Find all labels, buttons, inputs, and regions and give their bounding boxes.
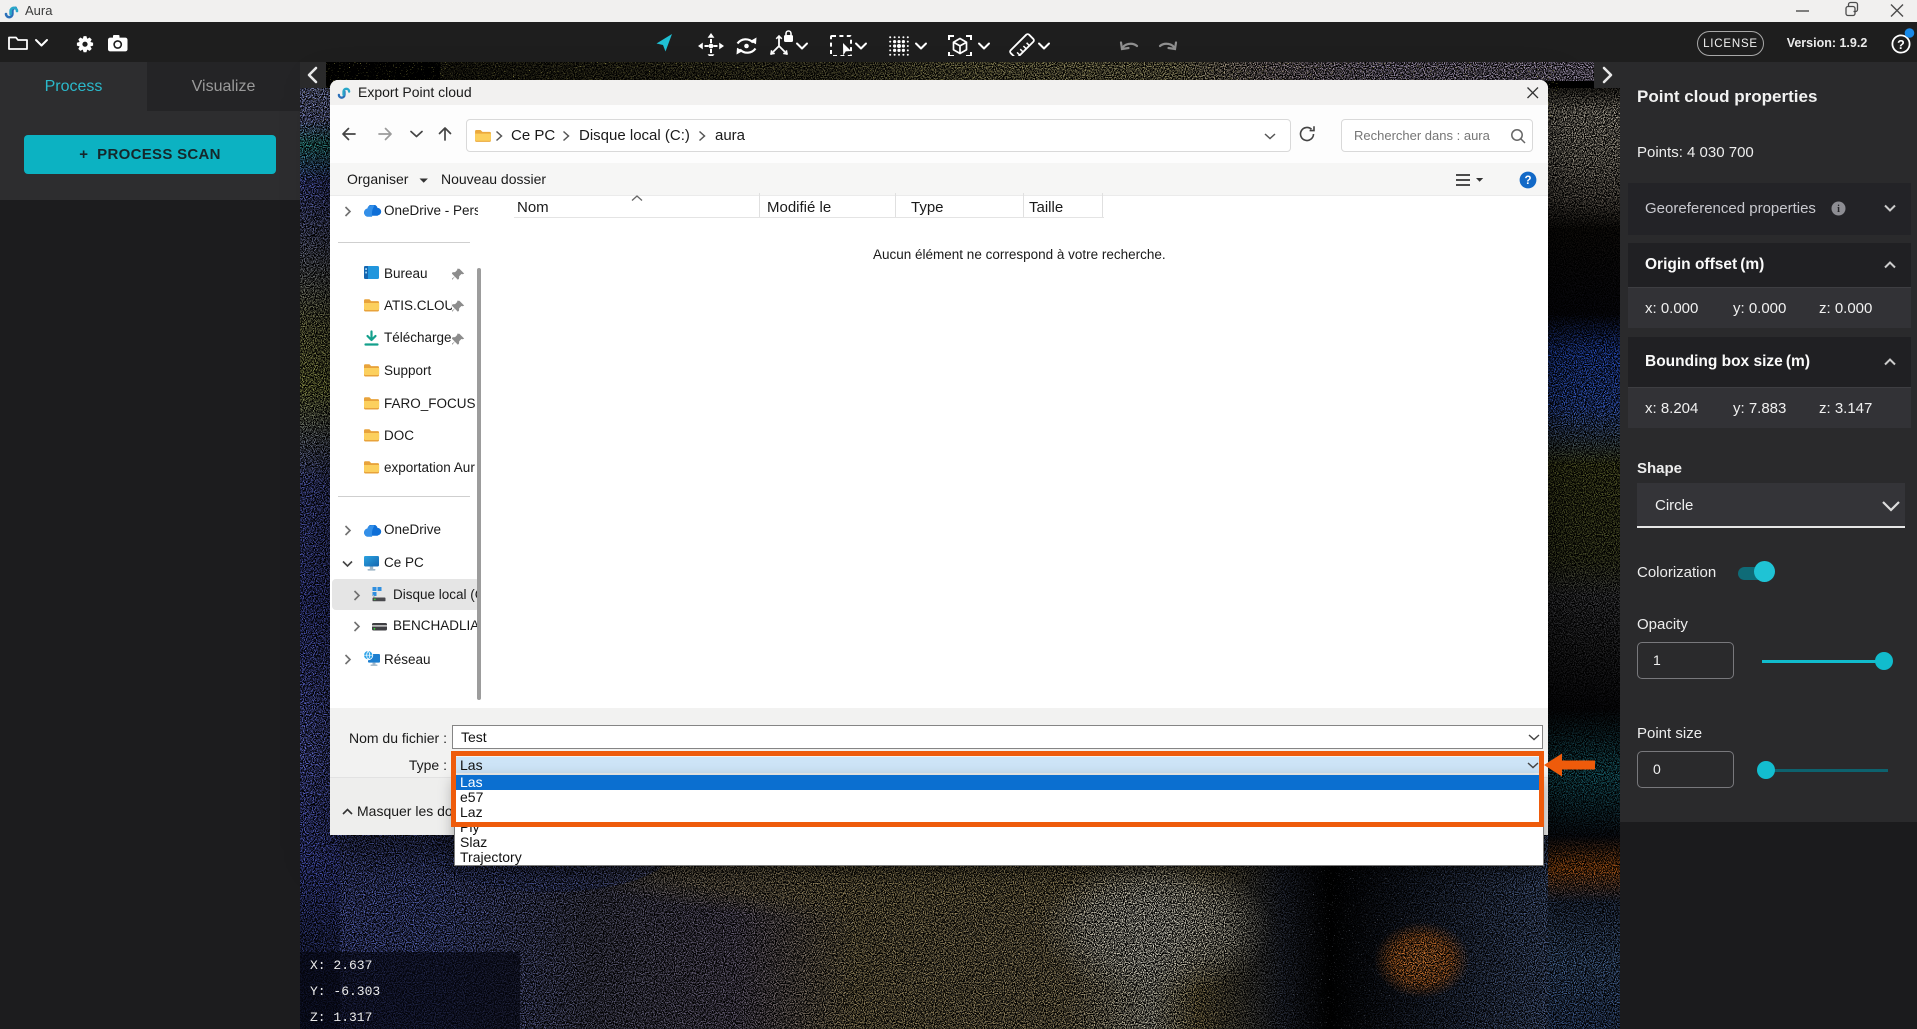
svg-text:?: ? [1897,38,1905,52]
svg-text:i: i [1837,204,1840,215]
svg-text:?: ? [1524,175,1531,187]
